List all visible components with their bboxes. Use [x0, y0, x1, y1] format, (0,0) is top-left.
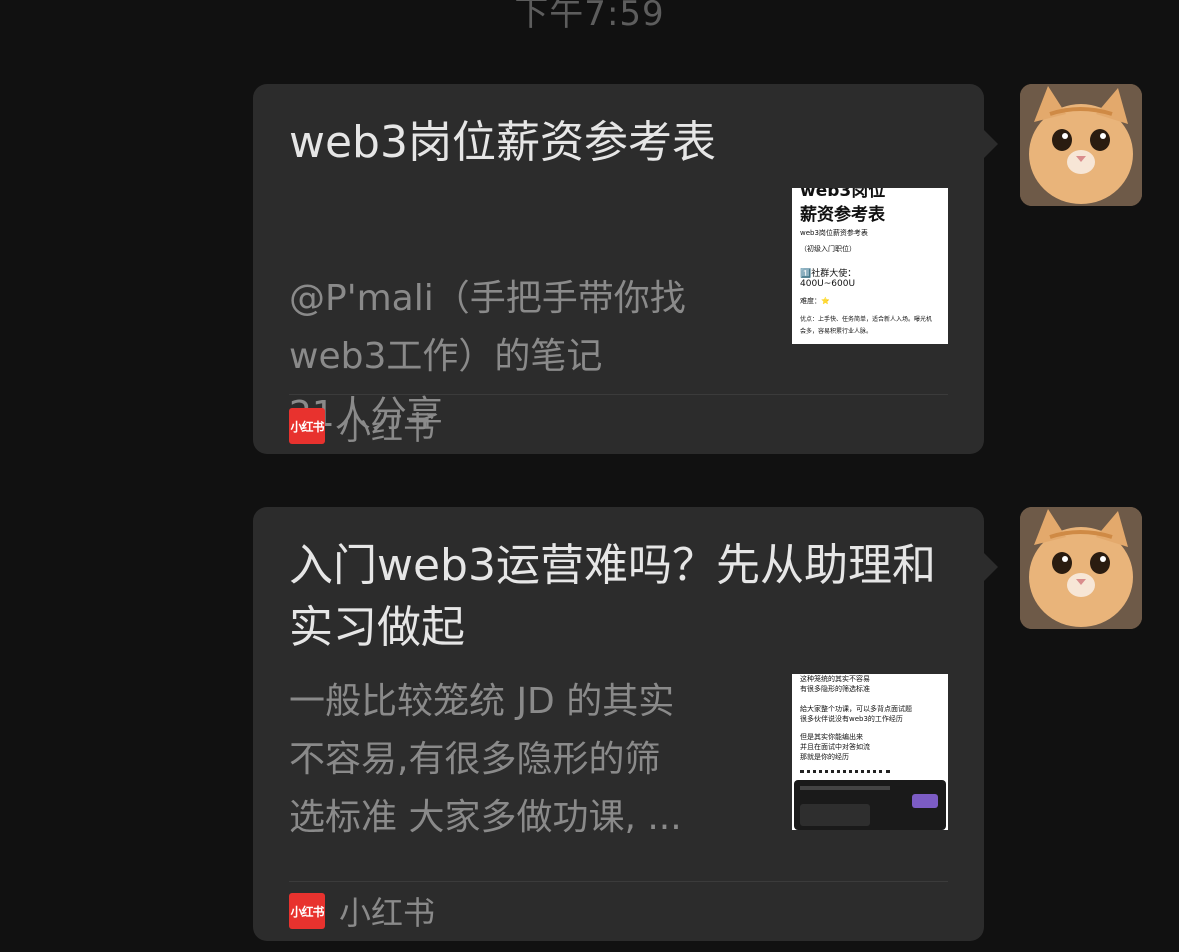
- link-card-2[interactable]: 入门web3运营难吗？先从助理和实习做起 一般比较笼统 JD 的其实 不容易,有…: [253, 507, 998, 941]
- card-thumbnail: 这种笼统的其实不容易 有很多隐形的筛选标准 給大家整个功课，可以多背点面试题 很…: [792, 674, 948, 830]
- sender-avatar[interactable]: [1020, 507, 1142, 629]
- thumb-text: 400U~600U: [800, 279, 856, 289]
- desc-line: 不容易,有很多隐形的筛: [289, 739, 661, 780]
- source-name: 小红书: [339, 409, 436, 447]
- thumb-text: 难度：⭐: [800, 297, 830, 305]
- desc-line: @P'mali（手把手带你找: [289, 278, 686, 319]
- cat-avatar-icon: [1020, 84, 1142, 206]
- thumb-text: 这种笼统的其实不容易: [800, 675, 870, 683]
- xiaohongshu-logo-icon: 小红书: [289, 893, 325, 929]
- thumb-text: 有很多隐形的筛选标准: [800, 685, 870, 693]
- thumb-text: 并且在面试中对答如流: [800, 743, 870, 751]
- desc-line: 一般比较笼统 JD 的其实: [289, 681, 675, 722]
- link-card-1[interactable]: web3岗位薪资参考表 @P'mali（手把手带你找 web3工作）的笔记 21…: [253, 84, 998, 454]
- desc-line: 选标准 大家多做功课, ...: [289, 797, 682, 838]
- card-title: 入门web3运营难吗？先从助理和实习做起: [289, 540, 936, 653]
- thumb-dots: [800, 770, 890, 774]
- thumb-text: 1️⃣社群大使：: [800, 269, 857, 279]
- xiaohongshu-logo-icon: 小红书: [289, 408, 325, 444]
- cat-avatar-icon: [1020, 507, 1142, 629]
- source-name: 小红书: [339, 894, 436, 932]
- card-source: 小红书 小红书: [289, 408, 435, 447]
- desc-line: web3工作）的笔记: [289, 336, 603, 377]
- card-divider: [289, 881, 948, 882]
- thumb-heading: 薪资参考表: [800, 205, 885, 225]
- thumb-text: web3岗位薪资参考表: [800, 229, 868, 237]
- thumb-text: 会多，容易积累行业人脉。: [800, 328, 873, 335]
- thumb-text: 但是其实你能编出来: [800, 733, 863, 741]
- thumb-text: （初级入门职位）: [800, 245, 856, 253]
- sender-avatar[interactable]: [1020, 84, 1142, 206]
- card-title: web3岗位薪资参考表: [289, 117, 716, 168]
- thumb-text: 那就是你的经历: [800, 753, 849, 761]
- card-thumbnail: web3岗位 薪资参考表 web3岗位薪资参考表 （初级入门职位） 1️⃣社群大…: [792, 188, 948, 344]
- thumb-text: 优点：上手快、任务简单，适合新人入场。曝光机: [800, 316, 933, 323]
- thumb-text: 很多伙伴说没有web3的工作经历: [800, 715, 903, 723]
- thumb-chat-screenshot: [794, 780, 946, 830]
- chat-timestamp: 下午7:59: [514, 0, 665, 34]
- card-divider: [289, 394, 948, 395]
- card-description: 一般比较笼统 JD 的其实 不容易,有很多隐形的筛 选标准 大家多做功课, ..…: [289, 673, 759, 847]
- thumb-text: 給大家整个功课，可以多背点面试题: [800, 705, 912, 713]
- card-source: 小红书 小红书: [289, 893, 435, 932]
